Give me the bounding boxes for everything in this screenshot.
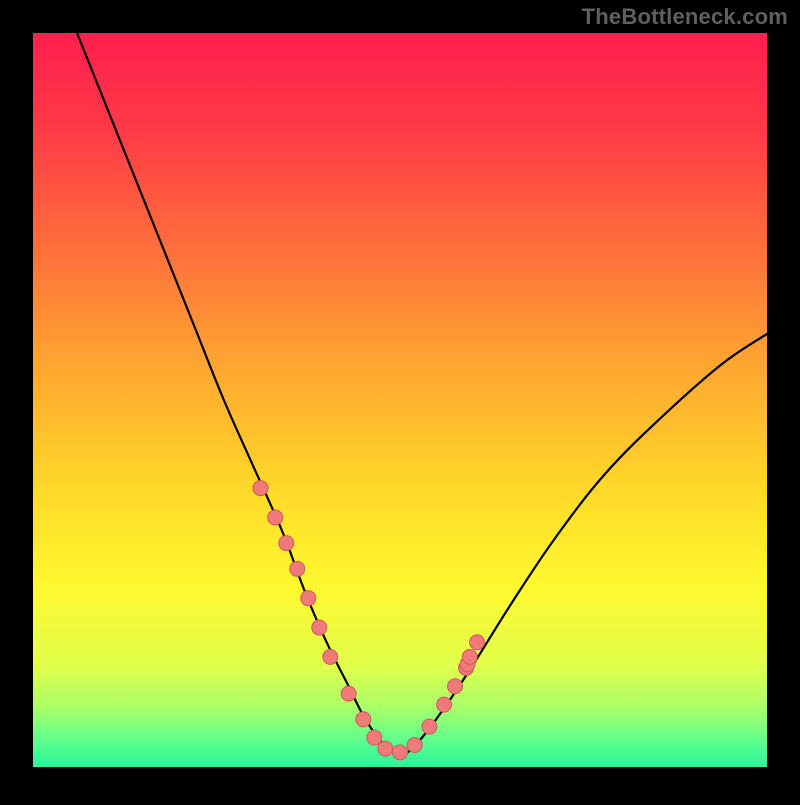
curve-marker	[393, 745, 408, 760]
curve-marker	[356, 712, 371, 727]
watermark-label: TheBottleneck.com	[582, 4, 788, 30]
chart-frame: { "watermark": "TheBottleneck.com", "col…	[0, 0, 800, 800]
curve-marker	[367, 730, 382, 745]
curve-marker	[279, 536, 294, 551]
curve-marker	[378, 741, 393, 756]
curve-marker	[268, 510, 283, 525]
curve-marker	[448, 679, 463, 694]
curve-marker	[323, 649, 338, 664]
curve-marker	[422, 719, 437, 734]
curve-marker	[407, 737, 422, 752]
curve-marker	[341, 686, 356, 701]
bottleneck-chart	[0, 0, 800, 800]
curve-marker	[253, 481, 268, 496]
curve-marker	[462, 649, 477, 664]
plot-background	[33, 33, 767, 767]
curve-marker	[470, 635, 485, 650]
curve-marker	[290, 561, 305, 576]
curve-marker	[301, 591, 316, 606]
curve-marker	[312, 620, 327, 635]
curve-marker	[437, 697, 452, 712]
